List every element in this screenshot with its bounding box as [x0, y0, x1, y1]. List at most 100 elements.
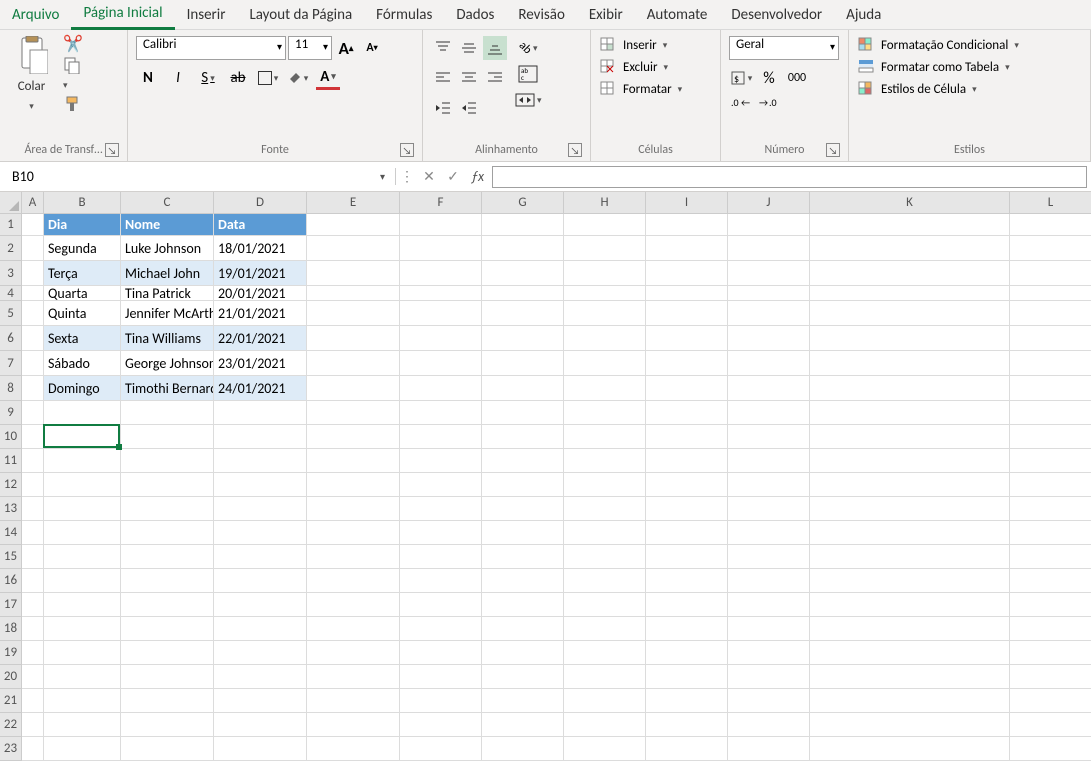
cell-E21[interactable]	[307, 689, 400, 713]
cell-I14[interactable]	[646, 521, 728, 545]
row-header-4[interactable]: 4	[0, 286, 22, 301]
cell-D13[interactable]	[214, 497, 307, 521]
cell-L5[interactable]	[1010, 301, 1091, 326]
align-right-button[interactable]	[483, 66, 507, 90]
cell-D12[interactable]	[214, 473, 307, 497]
cell-A1[interactable]	[22, 214, 44, 236]
col-header-E[interactable]: E	[307, 192, 400, 214]
cell-H5[interactable]	[564, 301, 646, 326]
cell-K8[interactable]	[810, 376, 1010, 401]
cell-H21[interactable]	[564, 689, 646, 713]
indent-increase-button[interactable]	[457, 96, 481, 120]
cell-H13[interactable]	[564, 497, 646, 521]
cell-F2[interactable]	[400, 236, 482, 261]
cell-H1[interactable]	[564, 214, 646, 236]
cell-E2[interactable]	[307, 236, 400, 261]
cell-D2[interactable]: 18/01/2021	[214, 236, 307, 261]
cell-G18[interactable]	[482, 617, 564, 641]
cell-E22[interactable]	[307, 713, 400, 737]
cell-D8[interactable]: 24/01/2021	[214, 376, 307, 401]
fx-icon[interactable]: ƒx	[471, 168, 484, 185]
cell-E20[interactable]	[307, 665, 400, 689]
cell-F20[interactable]	[400, 665, 482, 689]
cell-J21[interactable]	[728, 689, 810, 713]
cell-B11[interactable]	[44, 449, 121, 473]
cell-J7[interactable]	[728, 351, 810, 376]
col-header-H[interactable]: H	[564, 192, 646, 214]
cell-I16[interactable]	[646, 569, 728, 593]
row-header-9[interactable]: 9	[0, 401, 22, 425]
cell-C9[interactable]	[121, 401, 214, 425]
cell-J20[interactable]	[728, 665, 810, 689]
col-header-I[interactable]: I	[646, 192, 728, 214]
cell-K6[interactable]	[810, 326, 1010, 351]
cell-A9[interactable]	[22, 401, 44, 425]
wrap-text-button[interactable]: abc	[515, 62, 542, 86]
cell-I4[interactable]	[646, 286, 728, 301]
cell-C22[interactable]	[121, 713, 214, 737]
row-header-6[interactable]: 6	[0, 326, 22, 351]
cell-I10[interactable]	[646, 425, 728, 449]
cell-F17[interactable]	[400, 593, 482, 617]
align-top-button[interactable]	[431, 36, 455, 60]
percent-button[interactable]: %	[757, 66, 781, 90]
cell-D18[interactable]	[214, 617, 307, 641]
cell-I7[interactable]	[646, 351, 728, 376]
cell-D16[interactable]	[214, 569, 307, 593]
cell-L2[interactable]	[1010, 236, 1091, 261]
cell-J18[interactable]	[728, 617, 810, 641]
cell-B20[interactable]	[44, 665, 121, 689]
cell-I8[interactable]	[646, 376, 728, 401]
cell-C14[interactable]	[121, 521, 214, 545]
cell-C12[interactable]	[121, 473, 214, 497]
cell-G19[interactable]	[482, 641, 564, 665]
cell-A7[interactable]	[22, 351, 44, 376]
cell-A6[interactable]	[22, 326, 44, 351]
col-header-D[interactable]: D	[214, 192, 307, 214]
cell-A19[interactable]	[22, 641, 44, 665]
row-header-21[interactable]: 21	[0, 689, 22, 713]
cell-C17[interactable]	[121, 593, 214, 617]
cell-D1[interactable]: Data	[214, 214, 307, 236]
cell-F8[interactable]	[400, 376, 482, 401]
cell-G11[interactable]	[482, 449, 564, 473]
cell-B8[interactable]: Domingo	[44, 376, 121, 401]
cell-F15[interactable]	[400, 545, 482, 569]
cell-F1[interactable]	[400, 214, 482, 236]
cell-C3[interactable]: Michael John	[121, 261, 214, 286]
cell-H10[interactable]	[564, 425, 646, 449]
cell-E15[interactable]	[307, 545, 400, 569]
cell-B18[interactable]	[44, 617, 121, 641]
cell-A11[interactable]	[22, 449, 44, 473]
col-header-L[interactable]: L	[1010, 192, 1091, 214]
cell-D17[interactable]	[214, 593, 307, 617]
paste-button[interactable]: Colar▾	[4, 32, 59, 114]
row-header-1[interactable]: 1	[0, 214, 22, 236]
number-dialog-launcher[interactable]: ↘	[826, 143, 840, 157]
menu-item-ajuda[interactable]: Ajuda	[834, 1, 893, 29]
cell-D23[interactable]	[214, 737, 307, 761]
cell-B4[interactable]: Quarta	[44, 286, 121, 301]
cell-C4[interactable]: Tina Patrick	[121, 286, 214, 301]
orientation-button[interactable]: ab	[515, 36, 542, 60]
cell-D11[interactable]	[214, 449, 307, 473]
cell-J2[interactable]	[728, 236, 810, 261]
increase-font-button[interactable]: A▴	[334, 36, 358, 60]
copy-button[interactable]: ▾	[63, 56, 97, 93]
cell-A8[interactable]	[22, 376, 44, 401]
cell-L15[interactable]	[1010, 545, 1091, 569]
cell-C18[interactable]	[121, 617, 214, 641]
align-left-button[interactable]	[431, 66, 455, 90]
cell-F19[interactable]	[400, 641, 482, 665]
col-header-C[interactable]: C	[121, 192, 214, 214]
decrease-decimal-button[interactable]: →.0	[757, 90, 781, 114]
cell-I18[interactable]	[646, 617, 728, 641]
cell-A23[interactable]	[22, 737, 44, 761]
cell-G6[interactable]	[482, 326, 564, 351]
cell-H2[interactable]	[564, 236, 646, 261]
cell-D20[interactable]	[214, 665, 307, 689]
cell-J16[interactable]	[728, 569, 810, 593]
cell-F10[interactable]	[400, 425, 482, 449]
bold-button[interactable]: N	[136, 66, 160, 90]
cell-D19[interactable]	[214, 641, 307, 665]
